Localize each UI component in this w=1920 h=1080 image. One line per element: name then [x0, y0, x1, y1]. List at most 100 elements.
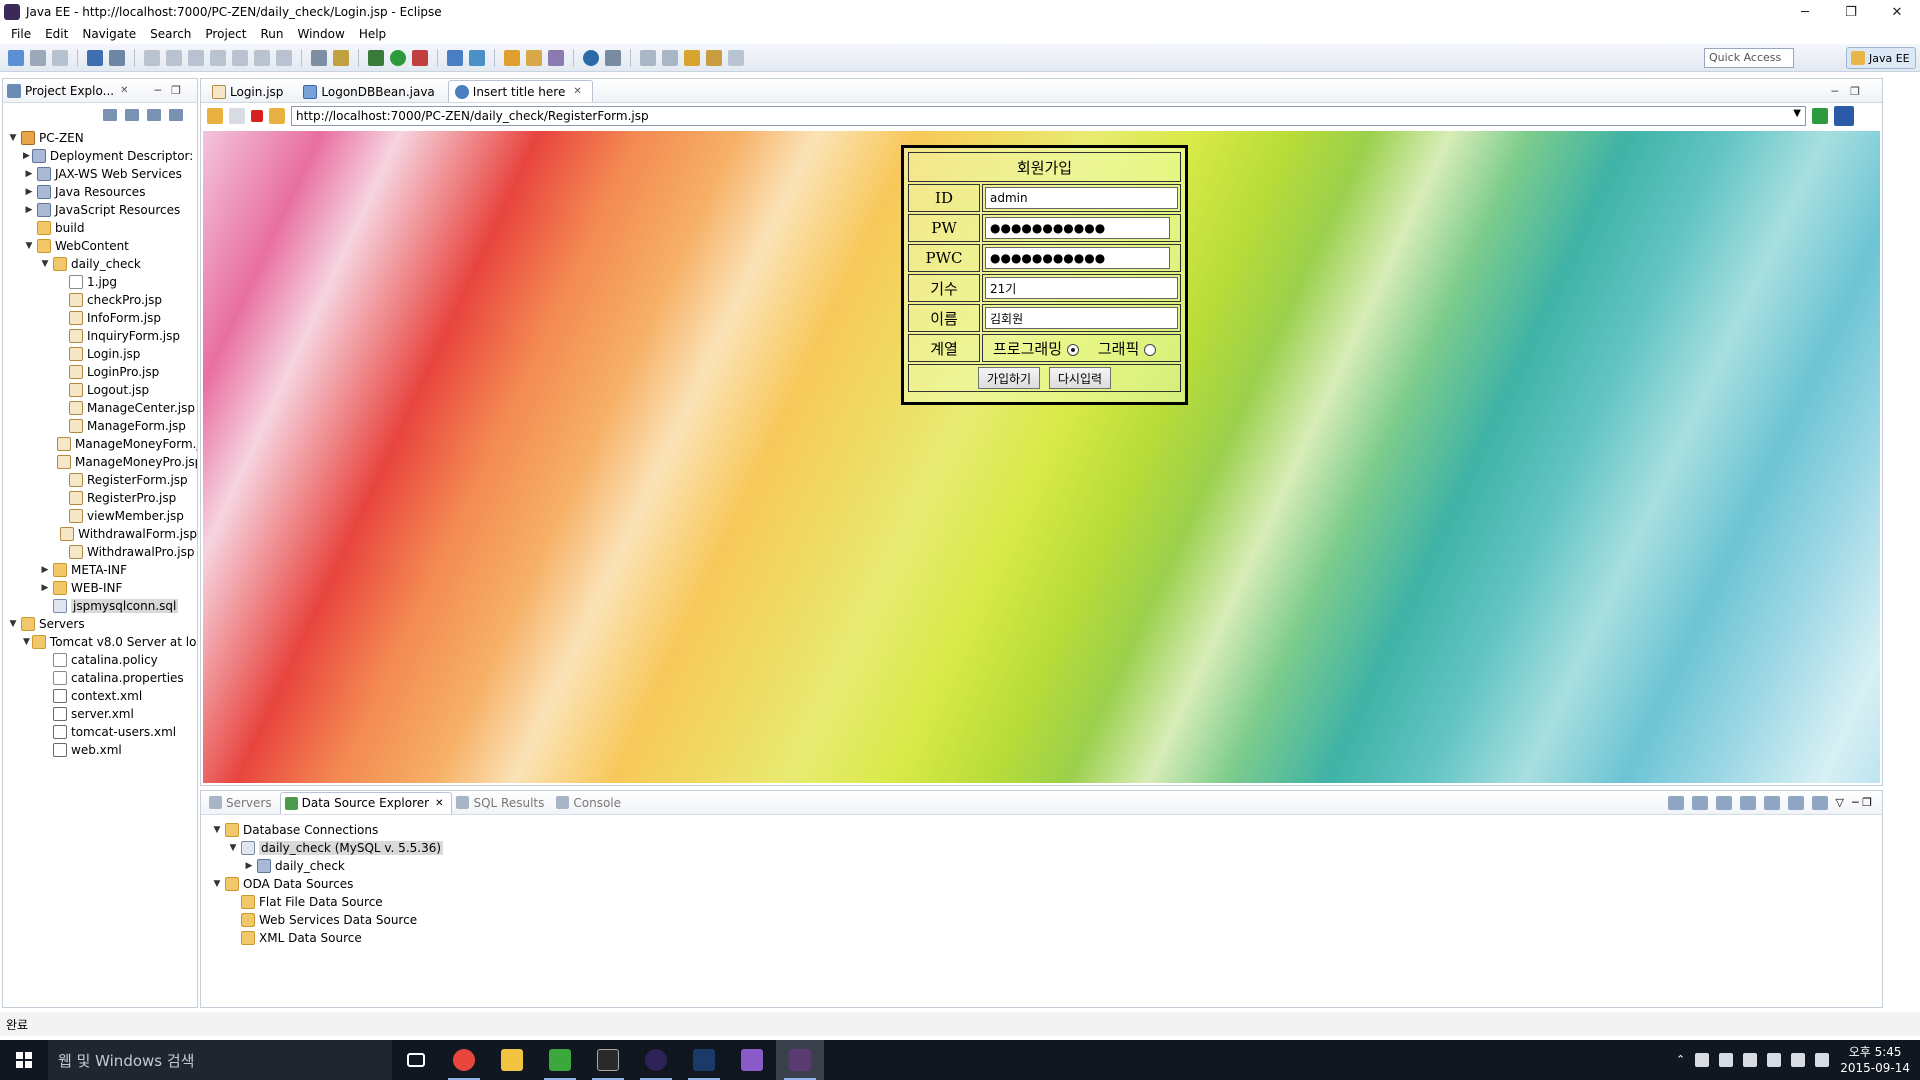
step-over-icon[interactable] [254, 49, 270, 66]
tree-item[interactable]: InfoForm.jsp [3, 309, 197, 327]
save-icon[interactable] [30, 49, 46, 66]
programming-radio[interactable] [1066, 343, 1079, 356]
new-icon[interactable] [8, 49, 24, 66]
tab-console[interactable]: Console [552, 792, 629, 814]
forward-arrow-icon[interactable] [229, 108, 245, 124]
tree-item[interactable]: ▶ META-INF [3, 561, 197, 579]
keyboard-icon[interactable] [1791, 1053, 1806, 1067]
tree-item[interactable]: context.xml [3, 687, 197, 705]
tree-item[interactable]: LoginPro.jsp [3, 363, 197, 381]
external-tools-icon[interactable] [412, 49, 428, 66]
suspend-icon[interactable] [166, 49, 182, 66]
resume-icon[interactable] [144, 49, 160, 66]
cmd-app[interactable] [584, 1040, 632, 1080]
submit-button[interactable]: 가입하기 [977, 367, 1041, 389]
tree-item[interactable]: ▶ JavaScript Resources [3, 201, 197, 219]
taskbar-search[interactable]: 웹 및 Windows 검색 [48, 1040, 392, 1080]
tree-item[interactable]: ▶ WEB-INF [3, 579, 197, 597]
project-explorer-tab[interactable]: Project Explo... ✕ ─❐ [3, 79, 197, 103]
view-controls[interactable]: ─ ❐ [1852, 796, 1872, 810]
tree-item[interactable]: viewMember.jsp [3, 507, 197, 525]
mysql-app[interactable] [680, 1040, 728, 1080]
tree-item[interactable]: Flat File Data Source [207, 893, 443, 911]
use-step-filters-icon[interactable] [333, 49, 349, 66]
filter-icon[interactable] [147, 109, 161, 121]
chevron-down-icon[interactable]: ▼ [23, 637, 30, 647]
tree-item[interactable]: ▼ PC-ZEN [3, 129, 197, 147]
link-icon[interactable] [1691, 796, 1708, 810]
tree-item[interactable]: catalina.properties [3, 669, 197, 687]
volume-icon[interactable] [1767, 1053, 1782, 1067]
network-icon[interactable] [1743, 1053, 1758, 1067]
file-explorer-app[interactable] [488, 1040, 536, 1080]
quick-access-input[interactable]: Quick Access [1704, 48, 1794, 68]
tree-item[interactable]: ▼ daily_check (MySQL v. 5.5.36) [207, 839, 444, 857]
tree-item[interactable]: ManageMoneyPro.jsp [3, 453, 197, 471]
tree-item[interactable]: XML Data Source [207, 929, 443, 947]
tree-item[interactable]: ▼ daily_check [3, 255, 197, 273]
menu-navigate[interactable]: Navigate [75, 27, 143, 41]
tree-item[interactable]: ▼ Tomcat v8.0 Server at localhost-config [3, 633, 197, 651]
menu-edit[interactable]: Edit [38, 27, 75, 41]
tree-item[interactable]: WithdrawalPro.jsp [3, 543, 197, 561]
menu-project[interactable]: Project [198, 27, 253, 41]
graphic-radio[interactable] [1144, 343, 1157, 356]
connect-icon[interactable] [1715, 796, 1732, 810]
tab-data-source-explorer[interactable]: Data Source Explorer ✕ [279, 791, 453, 814]
chevron-right-icon[interactable]: ▶ [243, 861, 255, 871]
menu-window[interactable]: Window [290, 27, 351, 41]
chevron-down-icon[interactable]: ▼ [1793, 108, 1801, 119]
menu-file[interactable]: File [4, 27, 38, 41]
id-input[interactable] [985, 187, 1178, 209]
tree-item[interactable]: 1.jpg [3, 273, 197, 291]
disconnect-icon[interactable] [210, 49, 226, 66]
open-console-icon[interactable] [87, 49, 103, 66]
import-icon[interactable] [1763, 796, 1780, 810]
collapse-all-icon[interactable] [1667, 796, 1684, 810]
menu-run[interactable]: Run [253, 27, 290, 41]
close-icon[interactable]: ✕ [435, 798, 443, 809]
tree-item[interactable]: Login.jsp [3, 345, 197, 363]
next-annotation-icon[interactable] [640, 49, 656, 66]
refresh-icon[interactable] [269, 108, 285, 124]
pw-input[interactable] [985, 217, 1171, 239]
step-return-icon[interactable] [276, 49, 292, 66]
minimize-button[interactable]: ─ [1782, 0, 1828, 24]
editor-view-controls[interactable]: ─❐ [1832, 85, 1872, 98]
tree-item[interactable]: Web Services Data Source [207, 911, 443, 929]
new-connection-icon[interactable] [1739, 796, 1756, 810]
tree-item[interactable]: ▶ Deployment Descriptor: PC-ZEN [3, 147, 197, 165]
tab-insert-title-here[interactable]: Insert title here ✕ [447, 80, 593, 102]
open-external-browser-icon[interactable] [1834, 106, 1854, 126]
chrome-app[interactable] [440, 1040, 488, 1080]
tab-servers[interactable]: Servers [205, 792, 280, 814]
go-icon[interactable] [1812, 108, 1828, 124]
last-edit-icon[interactable] [684, 49, 700, 66]
onedrive-icon[interactable] [1695, 1053, 1710, 1067]
back-arrow-icon[interactable] [207, 108, 223, 124]
menu-help[interactable]: Help [352, 27, 393, 41]
forward-icon[interactable] [728, 49, 744, 66]
tree-item[interactable]: ▼ Database Connections [207, 821, 443, 839]
reset-button[interactable]: 다시입력 [1048, 367, 1112, 389]
tree-item[interactable]: checkPro.jsp [3, 291, 197, 309]
tree-item[interactable]: build [3, 219, 197, 237]
chevron-down-icon[interactable]: ▼ [211, 879, 223, 889]
url-input[interactable]: http://localhost:7000/PC-ZEN/daily_check… [291, 106, 1806, 126]
tree-item[interactable]: InquiryForm.jsp [3, 327, 197, 345]
new-web-icon[interactable] [469, 49, 485, 66]
save-all-icon[interactable] [52, 49, 68, 66]
tab-login-jsp[interactable]: Login.jsp [205, 80, 294, 102]
drop-to-frame-icon[interactable] [311, 49, 327, 66]
vim-app[interactable] [536, 1040, 584, 1080]
tree-item[interactable]: ▶ JAX-WS Web Services [3, 165, 197, 183]
chevron-right-icon[interactable]: ▶ [23, 151, 30, 161]
skip-breakpoints-icon[interactable] [109, 49, 125, 66]
tree-item[interactable]: ▼ Servers [3, 615, 197, 633]
visual-studio-app[interactable] [728, 1040, 776, 1080]
pin-icon[interactable] [605, 49, 621, 66]
chevron-right-icon[interactable]: ▶ [23, 169, 35, 179]
tree-item[interactable]: RegisterPro.jsp [3, 489, 197, 507]
eclipse-ee-app[interactable] [776, 1040, 824, 1080]
run-icon[interactable] [390, 49, 406, 66]
